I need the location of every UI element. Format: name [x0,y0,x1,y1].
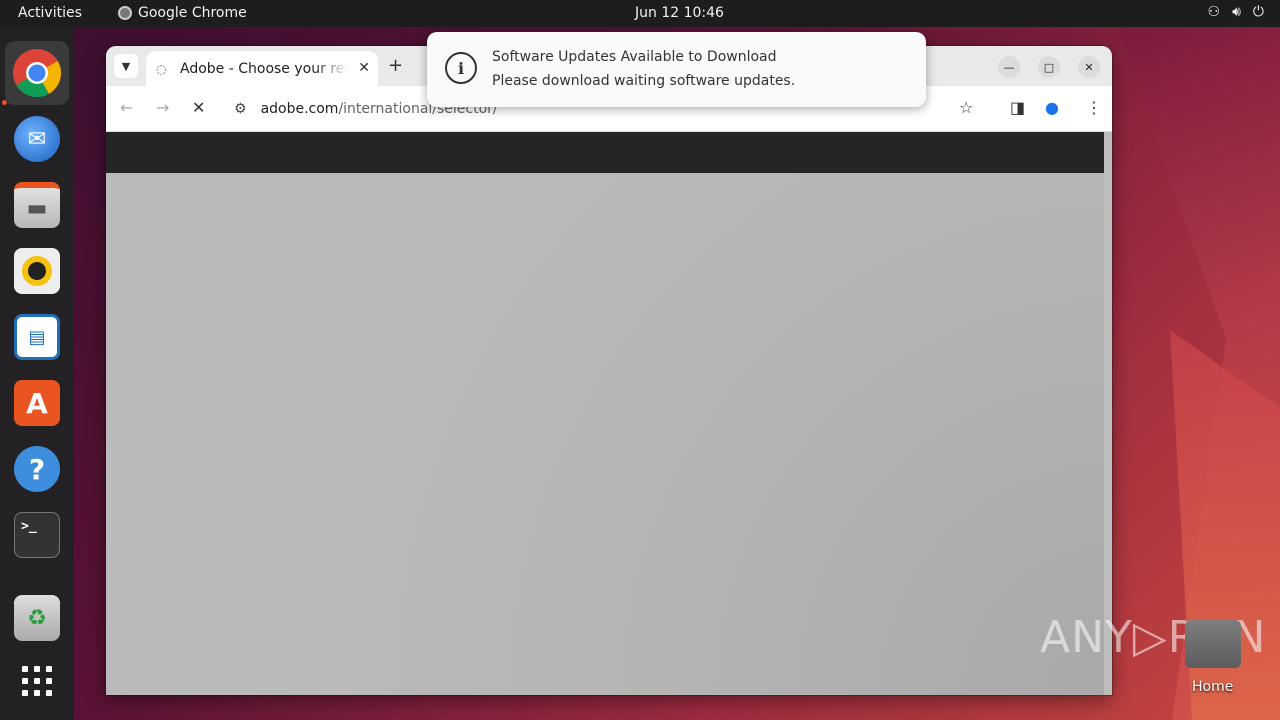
dock-show-apps[interactable] [5,649,69,713]
site-info-icon[interactable]: ⚙ [234,101,247,117]
network-icon: ⚇ [1207,4,1221,20]
minimize-icon: — [1003,60,1015,74]
app-name: Google Chrome [138,5,247,21]
rhythmbox-icon [14,248,60,294]
dock-chrome[interactable] [5,41,69,105]
close-icon: ✕ [1084,60,1094,74]
chevron-down-icon: ▼ [121,59,131,73]
dock-writer[interactable]: ▤ [5,305,69,369]
close-window-button[interactable]: ✕ [1078,56,1100,78]
minimize-button[interactable]: — [998,56,1020,78]
dock-app-center[interactable]: A [5,371,69,435]
info-icon: i [445,52,477,84]
terminal-icon: >_ [14,512,60,558]
bookmark-star-icon[interactable]: ☆ [959,98,973,117]
menu-kebab-icon[interactable]: ⋮ [1086,98,1102,117]
power-icon: ⏻ [1252,4,1264,20]
stop-loading-button[interactable]: ✕ [192,98,205,117]
loading-spinner-icon: ◌ [156,61,167,76]
trash-icon: ♻ [14,595,60,641]
side-panel-icon[interactable]: ◨ [1010,98,1025,117]
scrollbar[interactable] [1104,132,1112,695]
top-bar: Activities Google Chrome Jun 12 10:46 ⚇ … [0,0,1280,27]
app-grid-icon [22,666,52,696]
chrome-window: ▼ ◌ Adobe - Choose your region ✕ + — □ ✕… [106,46,1112,695]
help-icon: ? [14,446,60,492]
page-content [106,173,1112,695]
forward-button[interactable]: → [156,98,169,117]
clock[interactable]: Jun 12 10:46 [635,5,724,21]
volume-icon: 🔊︎ [1232,4,1241,20]
back-button[interactable]: ← [120,98,133,117]
home-label[interactable]: Home [1192,679,1233,695]
dock-rhythmbox[interactable] [5,239,69,303]
url-host: adobe.com [260,101,339,117]
maximize-button[interactable]: □ [1038,56,1060,78]
tab-title: Adobe - Choose your region [180,60,348,77]
dock-thunderbird[interactable]: ✉ [5,107,69,171]
chrome-small-icon [118,6,132,20]
activities-button[interactable]: Activities [18,5,82,21]
new-tab-button[interactable]: + [388,55,403,76]
close-tab-icon[interactable]: ✕ [358,60,370,76]
page-header-bar [106,132,1104,173]
libreoffice-writer-icon: ▤ [14,314,60,360]
app-center-icon: A [14,380,60,426]
system-tray[interactable]: ⚇ 🔊︎ ⏻ [1208,4,1264,20]
files-icon: ▬ [14,182,60,228]
tab-search-button[interactable]: ▼ [114,54,138,78]
maximize-icon: □ [1043,60,1055,74]
chrome-icon [13,49,62,98]
tab-adobe[interactable]: ◌ Adobe - Choose your region ✕ [146,51,378,86]
update-notification[interactable]: i Software Updates Available to Download… [427,32,926,107]
profile-icon[interactable]: ● [1045,98,1059,117]
dock: ✉ ▬ ▤ A ? >_ ♻ [0,27,74,720]
app-menu[interactable]: Google Chrome [118,5,247,21]
notification-title: Software Updates Available to Download [492,49,777,65]
thunderbird-icon: ✉ [14,116,60,162]
notification-body: Please download waiting software updates… [492,73,796,89]
home-folder-icon[interactable] [1185,620,1241,668]
dock-terminal[interactable]: >_ [5,503,69,567]
dock-trash[interactable]: ♻ [5,586,69,650]
dock-help[interactable]: ? [5,437,69,501]
dock-files[interactable]: ▬ [5,173,69,237]
